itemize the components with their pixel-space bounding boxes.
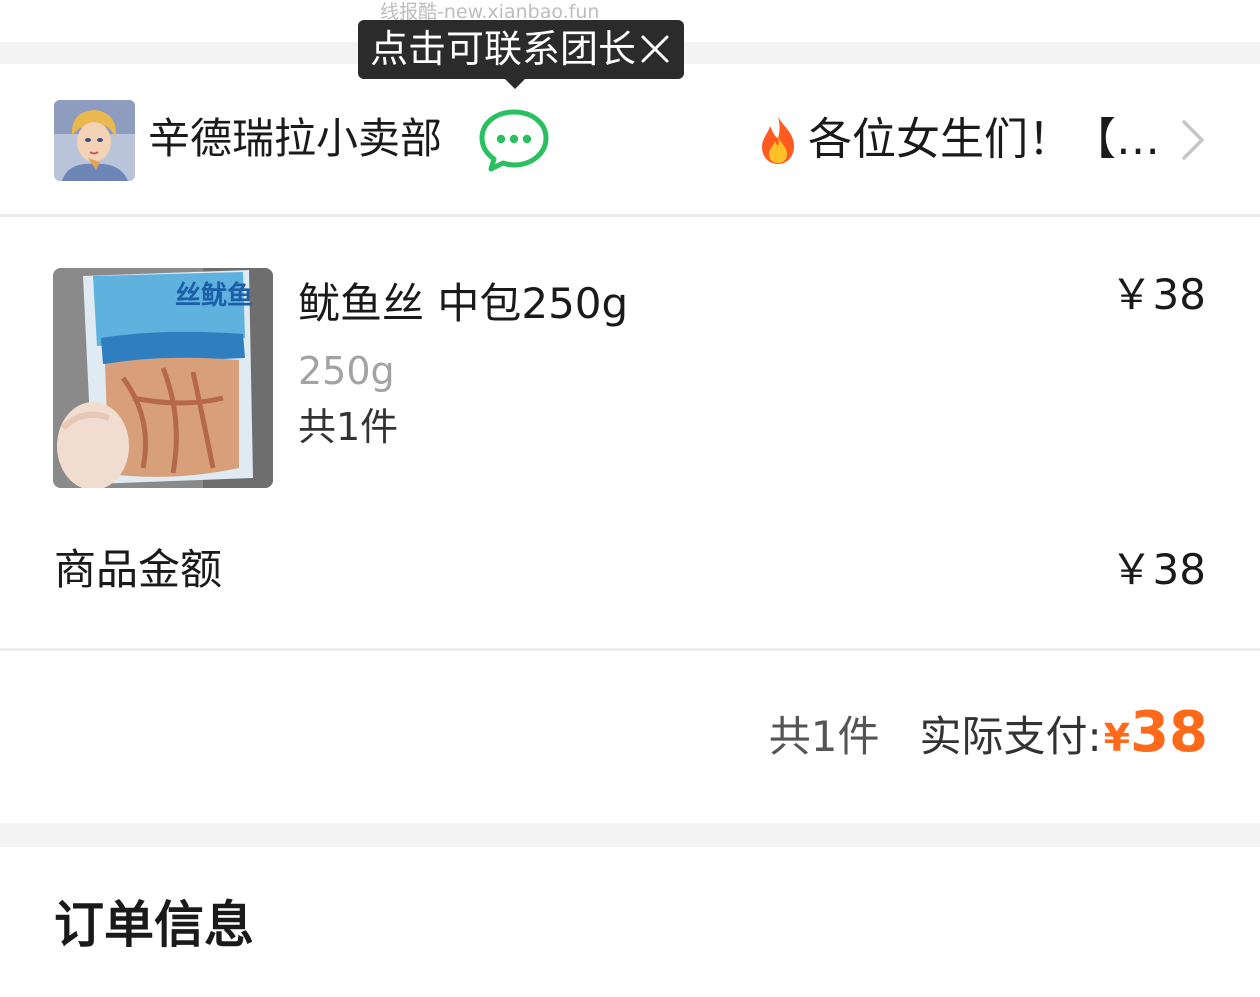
product-spec: 250g [298, 349, 395, 393]
shop-header[interactable]: 辛德瑞拉小卖部 各位女生们！【… [0, 90, 1260, 190]
chevron-right-icon[interactable] [1178, 118, 1208, 162]
product-name[interactable]: 鱿鱼丝 中包250g [298, 276, 628, 332]
order-detail-page: 线报酷-new.xianbao.fun 辛德瑞拉小卖部 各位女生们！【… 点击可… [0, 0, 1260, 997]
section-divider [0, 648, 1260, 651]
goods-amount-label: 商品金额 [54, 545, 223, 594]
actual-payment-label: 实际支付: [919, 712, 1102, 761]
section-divider [0, 214, 1260, 217]
total-item-count: 共1件 [768, 712, 880, 761]
section-separator-band [0, 823, 1260, 847]
product-price: ￥38 [1110, 270, 1206, 319]
announcement-link[interactable]: 各位女生们！【… [754, 110, 1164, 170]
tooltip-arrow [504, 78, 526, 89]
product-package-label: 丝鱿鱼 [175, 281, 253, 311]
announcement-text: 各位女生们！【… [808, 114, 1160, 165]
fire-icon [754, 114, 802, 166]
shop-name: 辛德瑞拉小卖部 [148, 114, 443, 163]
avatar [54, 100, 135, 181]
close-icon[interactable] [640, 34, 670, 64]
currency-symbol: ¥ [1103, 716, 1131, 760]
product-quantity: 共1件 [298, 405, 399, 449]
wechat-chat-icon[interactable] [478, 108, 550, 172]
order-info-title: 订单信息 [54, 896, 254, 954]
payment-summary: 共1件 实际支付: ¥ 38 [769, 700, 1208, 770]
actual-payment-amount: 38 [1130, 700, 1208, 765]
contact-leader-tooltip[interactable]: 点击可联系团长 [358, 20, 684, 89]
goods-amount-value: ￥38 [1110, 545, 1206, 594]
tooltip-text: 点击可联系团长 [370, 27, 637, 71]
product-image[interactable]: 丝鱿鱼 [53, 268, 273, 488]
